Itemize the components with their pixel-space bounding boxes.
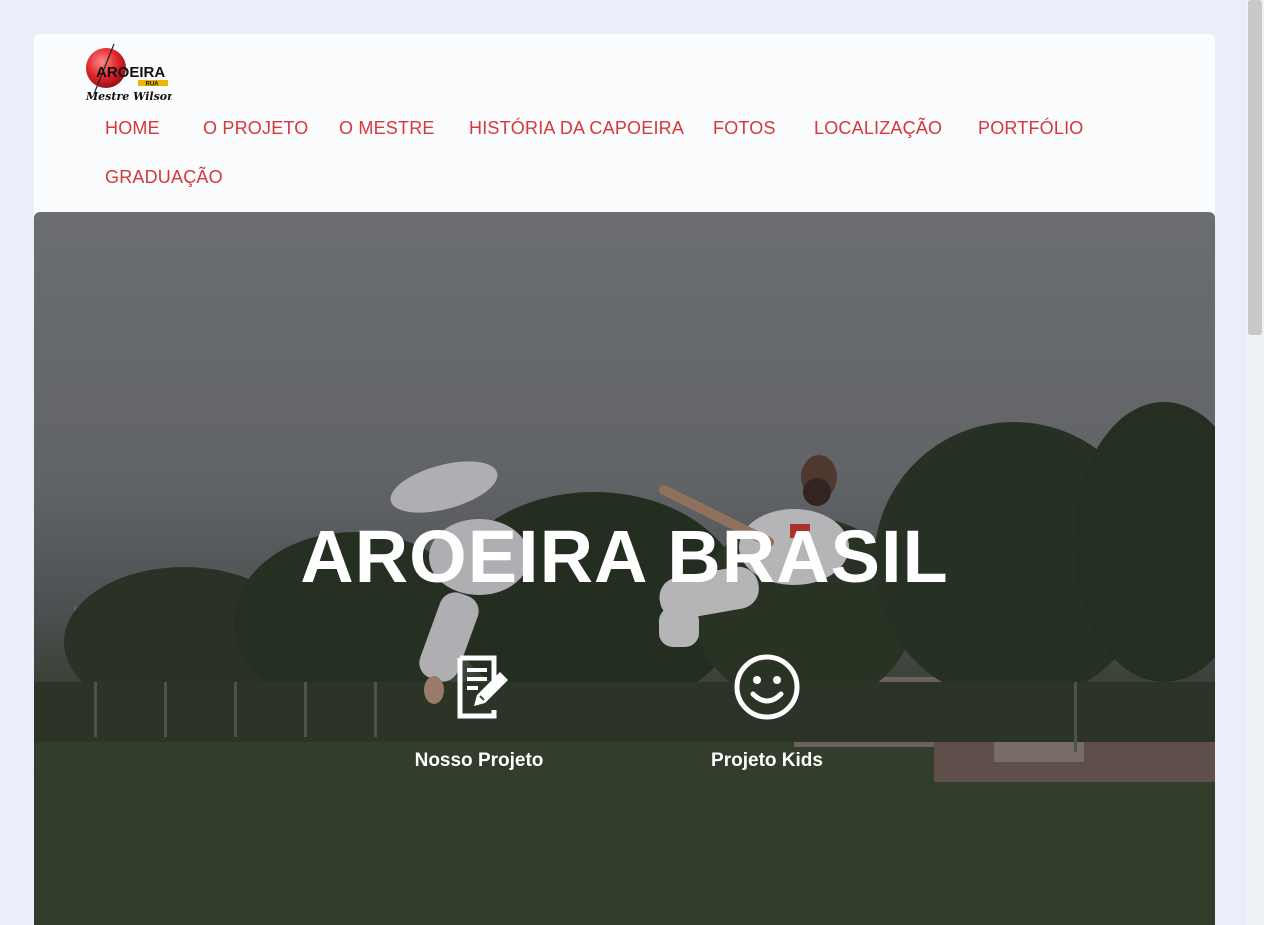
hero-banner: AROEIRA BRASIL Nosso Projeto Projeto Kid… — [34, 212, 1215, 925]
nav-item-graduacao[interactable]: Graduação — [105, 167, 223, 188]
nav-item-o-mestre[interactable]: O Mestre — [339, 118, 435, 139]
nav-item-localizacao[interactable]: Localização — [814, 118, 942, 139]
scrollbar-thumb[interactable] — [1248, 0, 1262, 335]
page-card: AROEIRA RUA Mestre Wilson Home O Projeto… — [34, 34, 1215, 925]
nav-item-portfolio[interactable]: Portfólio — [978, 118, 1084, 139]
nav-item-historia[interactable]: História da Capoeira — [469, 118, 684, 139]
site-header: AROEIRA RUA Mestre Wilson Home O Projeto… — [34, 34, 1215, 212]
nav-item-home[interactable]: Home — [105, 118, 160, 139]
svg-text:AROEIRA: AROEIRA — [96, 64, 165, 81]
nav-item-o-projeto[interactable]: O Projeto — [203, 118, 309, 139]
smiley-face-icon — [734, 654, 800, 720]
feature-label-projeto-kids: Projeto Kids — [711, 750, 823, 771]
hero-title: AROEIRA BRASIL — [300, 515, 949, 598]
aroeira-logo-icon: AROEIRA RUA Mestre Wilson — [85, 43, 172, 103]
feature-label-nosso-projeto: Nosso Projeto — [414, 750, 544, 771]
site-logo[interactable]: AROEIRA RUA Mestre Wilson — [82, 42, 172, 106]
document-edit-icon — [457, 655, 508, 719]
svg-text:Mestre Wilson: Mestre Wilson — [85, 90, 172, 103]
svg-text:RUA: RUA — [146, 82, 160, 88]
nav-item-fotos[interactable]: Fotos — [713, 118, 776, 139]
page-scrollbar[interactable] — [1246, 0, 1264, 925]
feature-projeto-kids[interactable]: Projeto Kids — [677, 652, 857, 772]
feature-nosso-projeto[interactable]: Nosso Projeto — [389, 652, 569, 772]
